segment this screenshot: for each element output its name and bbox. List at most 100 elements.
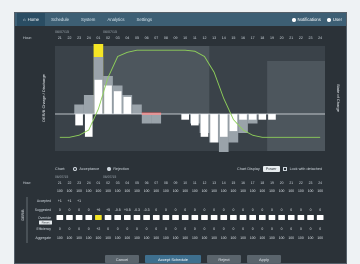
override-input bbox=[75, 215, 83, 220]
hour-tick-label: 17 bbox=[251, 36, 255, 40]
override-input bbox=[181, 215, 189, 220]
tab-analytics[interactable]: Analytics bbox=[101, 13, 130, 26]
suggested-cell: 0 bbox=[232, 208, 234, 212]
apply-button[interactable]: Apply bbox=[247, 255, 281, 263]
accepted-bar bbox=[113, 91, 122, 114]
notifications-button[interactable]: Notifications bbox=[291, 17, 321, 22]
detached-checkbox[interactable] bbox=[282, 167, 287, 171]
accepted-bar bbox=[200, 114, 209, 137]
override-input bbox=[104, 215, 112, 220]
override-input bbox=[268, 215, 276, 220]
accepted-bar bbox=[268, 114, 276, 120]
aggregate-cell: 100 bbox=[308, 236, 314, 240]
suggested-cell: 0 bbox=[175, 208, 177, 212]
suggested-cell: 0 bbox=[184, 208, 186, 212]
proposed-bar bbox=[74, 104, 84, 114]
chart-date-label: 06/07/15 bbox=[55, 30, 69, 34]
accept-schedule-button[interactable]: Accept Schedule bbox=[145, 255, 201, 263]
user-menu[interactable]: User bbox=[326, 17, 342, 22]
hour-tick-label: 04 bbox=[125, 36, 129, 40]
efficiency-cell: 0 bbox=[117, 227, 119, 231]
home-icon: ⌂ bbox=[23, 17, 26, 22]
grid-row-label: Efficiency bbox=[37, 227, 52, 231]
top-cell: 100 bbox=[96, 189, 102, 193]
hour-tick-label: 24 bbox=[87, 36, 91, 40]
override-input bbox=[133, 215, 141, 220]
accepted-cell: +1 bbox=[77, 199, 81, 203]
hour-tick-label: 18 bbox=[260, 36, 264, 40]
grid-hour-label: 20 bbox=[280, 181, 284, 185]
tab-settings[interactable]: Settings bbox=[131, 13, 159, 26]
grid-date-label: 06/07/15 bbox=[55, 175, 68, 179]
grid-hour-label: 12 bbox=[203, 181, 207, 185]
efficiency-cell: 0 bbox=[281, 227, 283, 231]
override-input bbox=[66, 215, 73, 220]
chart-label: Chart: bbox=[55, 167, 66, 171]
aggregate-cell: 100 bbox=[134, 236, 140, 240]
top-cell: 100 bbox=[173, 189, 179, 193]
override-input bbox=[201, 215, 208, 220]
hour-tick-label: 11 bbox=[193, 36, 197, 40]
suggested-cell: 0 bbox=[213, 208, 215, 212]
grid-hour-label: 13 bbox=[212, 181, 216, 185]
override-input bbox=[259, 215, 266, 220]
efficiency-cell: 0 bbox=[107, 227, 109, 231]
accepted-bar bbox=[191, 114, 199, 126]
grid-date-label: 06/07/15 bbox=[103, 175, 116, 179]
grid-hour-label: 03 bbox=[116, 181, 120, 185]
tab-system[interactable]: System bbox=[75, 13, 101, 26]
efficiency-cell: 0 bbox=[290, 227, 292, 231]
top-cell: 100 bbox=[221, 189, 227, 193]
hour-header-label: Hour: bbox=[23, 36, 32, 40]
suggested-cell: 0 bbox=[261, 208, 263, 212]
hour-tick-label: 24 bbox=[318, 36, 322, 40]
chart-date-label: 06/07/15 bbox=[103, 30, 117, 34]
rejection-radio[interactable]: Rejection bbox=[107, 167, 129, 171]
suggested-cell: 0 bbox=[78, 208, 80, 212]
aggregate-cell: 100 bbox=[231, 236, 237, 240]
efficiency-cell: 0 bbox=[136, 227, 138, 231]
override-input bbox=[210, 215, 218, 220]
radio-icon bbox=[107, 167, 112, 171]
top-cell: 100 bbox=[259, 189, 265, 193]
override-input bbox=[191, 215, 199, 220]
override-input bbox=[162, 215, 170, 220]
aggregate-cell: 100 bbox=[96, 236, 102, 240]
grid-hour-label: 08 bbox=[164, 181, 168, 185]
suggested-cell: -0.3 bbox=[134, 208, 140, 212]
grid-row-label: Aggregate bbox=[35, 236, 51, 240]
acceptance-radio[interactable]: Acceptance bbox=[73, 167, 99, 171]
tab-home[interactable]: ⌂ Home bbox=[17, 13, 46, 26]
user-icon bbox=[326, 17, 331, 22]
hour-tick-label: 12 bbox=[202, 36, 206, 40]
efficiency-cell: 0 bbox=[59, 227, 61, 231]
cancel-button[interactable]: Cancel bbox=[105, 255, 139, 263]
top-cell: 100 bbox=[182, 189, 188, 193]
aggregate-cell: 100 bbox=[57, 236, 63, 240]
aggregate-cell: 100 bbox=[182, 236, 188, 240]
top-cell: 100 bbox=[269, 189, 275, 193]
display-select[interactable]: Power bbox=[262, 166, 280, 172]
suggested-cell: 0 bbox=[59, 208, 61, 212]
efficiency-cell: 0 bbox=[78, 227, 80, 231]
aggregate-cell: 100 bbox=[86, 236, 92, 240]
accepted-cell: +1 bbox=[68, 199, 72, 203]
grid-hour-label: 19 bbox=[270, 181, 274, 185]
suggested-cell: +0.5 bbox=[124, 208, 131, 212]
reject-button[interactable]: Reject bbox=[207, 255, 241, 263]
override-input bbox=[278, 215, 285, 220]
hour-tick-label: 23 bbox=[309, 36, 313, 40]
grid-svg: 06/07/15 06/07/15 Hour: 21 22 23 24 01 02 03 04 05 0… bbox=[21, 175, 324, 243]
override-input bbox=[114, 215, 121, 220]
tab-schedule[interactable]: Schedule bbox=[45, 13, 75, 26]
efficiency-cell: 0 bbox=[213, 227, 215, 231]
aggregate-cell: 100 bbox=[221, 236, 227, 240]
grid-hour-label: 22 bbox=[68, 181, 72, 185]
grid-hour-label: 23 bbox=[309, 181, 313, 185]
top-cell: 100 bbox=[115, 189, 121, 193]
grid-hour-label: 10 bbox=[183, 181, 187, 185]
grid-hour-label: 24 bbox=[87, 181, 91, 185]
grid-hour-label: 14 bbox=[222, 181, 226, 185]
override-input bbox=[220, 215, 228, 220]
aggregate-cell: 100 bbox=[259, 236, 265, 240]
